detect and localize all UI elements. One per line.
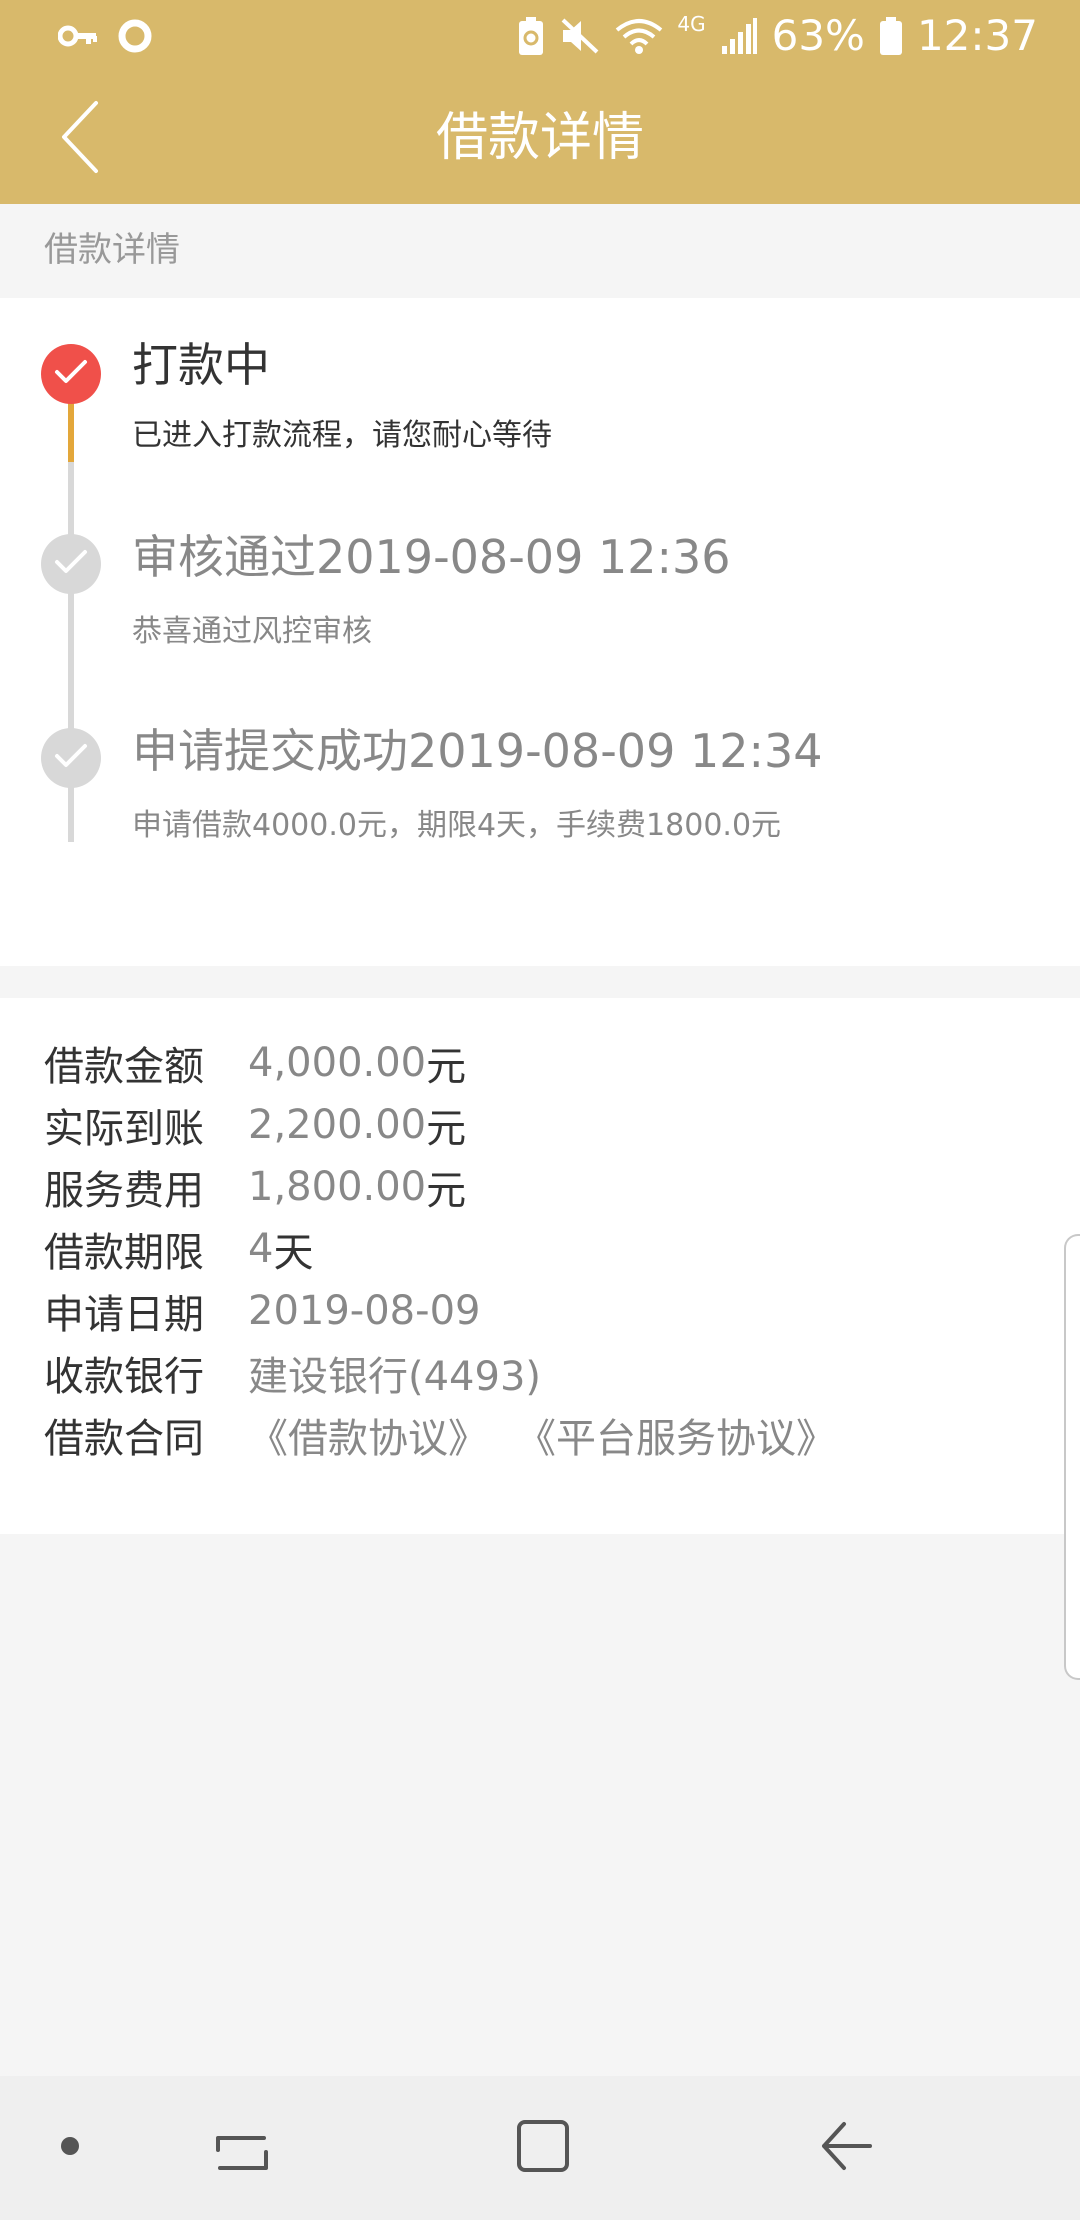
detail-unit: 天 [273,1230,314,1276]
circle-icon [118,19,152,53]
battery-icon [879,16,903,56]
detail-unit: 元 [426,1168,467,1214]
detail-value: 1,800.00 [248,1164,427,1210]
recent-apps-icon [216,2118,268,2178]
detail-value: 建设银行(4493) [248,1354,542,1400]
home-button[interactable] [503,2108,583,2188]
home-icon [515,2118,571,2178]
loan-agreement-link[interactable]: 《借款协议》 [248,1406,488,1464]
check-icon [54,743,88,773]
network-type: 4G [677,12,706,36]
timeline-title-1: 打款中 [132,338,270,392]
detail-value: 4 [248,1226,274,1272]
detail-label: 服务费用 [44,1168,204,1214]
platform-service-agreement-link[interactable]: 《平台服务协议》 [516,1406,836,1464]
battery-percent: 63% [771,11,865,60]
timeline-card: 打款中 已进入打款流程，请您耐心等待 审核通过2019-08-09 12:36 … [0,298,1080,966]
clock: 12:37 [916,11,1038,60]
detail-row-contract: 借款合同 《借款协议》 《平台服务协议》 [44,1406,864,1464]
detail-label: 收款银行 [44,1354,204,1400]
section-label: 借款详情 [44,230,180,270]
detail-row-apply-date: 申请日期 2019-08-09 [44,1282,480,1340]
timeline-dot-2 [41,534,101,594]
dot-icon [59,2135,81,2161]
system-navigation-bar [0,2076,1080,2220]
check-icon [54,549,88,579]
timeline-desc-2: 恭喜通过风控审核 [132,614,372,649]
detail-unit: 元 [426,1106,467,1152]
app-header: 4G 63% 12:37 借款详情 [0,0,1080,204]
mute-icon [559,16,601,56]
detail-label: 借款合同 [44,1416,204,1462]
status-right: 4G 63% 12:37 [517,10,1038,62]
timeline-title-2: 审核通过2019-08-09 12:36 [132,530,731,584]
navigation-bar: 借款详情 [0,72,1080,204]
detail-row-bank: 收款银行 建设银行(4493) [44,1344,541,1402]
detail-value: 2019-08-09 [248,1288,481,1334]
dot-button[interactable] [30,2108,110,2188]
timeline-dot-3 [41,728,101,788]
loan-details-card: 借款金额 4,000.00 元 实际到账 2,200.00 元 服务费用 1,8… [0,998,1080,1534]
detail-label: 申请日期 [44,1292,204,1338]
check-icon [54,359,88,389]
signal-icon [720,16,758,56]
detail-label: 借款期限 [44,1230,204,1276]
page-title: 借款详情 [435,108,644,168]
key-icon [58,24,98,48]
edge-panel-handle[interactable] [1064,1234,1080,1680]
detail-unit: 元 [426,1044,467,1090]
detail-row-loan-term: 借款期限 4 天 [44,1220,313,1278]
status-left [58,12,152,60]
back-arrow-icon [818,2118,874,2178]
detail-row-loan-amount: 借款金额 4,000.00 元 [44,1034,466,1092]
detail-row-actual-received: 实际到账 2,200.00 元 [44,1096,466,1154]
timeline-dot-active [41,344,101,404]
detail-label: 借款金额 [44,1044,204,1090]
detail-label: 实际到账 [44,1106,204,1152]
battery-saver-icon [517,16,545,56]
status-bar: 4G 63% 12:37 [0,0,1080,72]
detail-row-service-fee: 服务费用 1,800.00 元 [44,1158,466,1216]
back-nav-button[interactable] [806,2108,886,2188]
detail-value: 2,200.00 [248,1102,427,1148]
wifi-icon [615,16,663,56]
recent-apps-button[interactable] [202,2108,282,2188]
timeline-title-3: 申请提交成功2019-08-09 12:34 [132,724,823,778]
detail-value: 4,000.00 [248,1040,427,1086]
timeline-desc-1: 已进入打款流程，请您耐心等待 [132,418,552,453]
timeline-desc-3: 申请借款4000.0元，期限4天，手续费1800.0元 [132,808,782,843]
